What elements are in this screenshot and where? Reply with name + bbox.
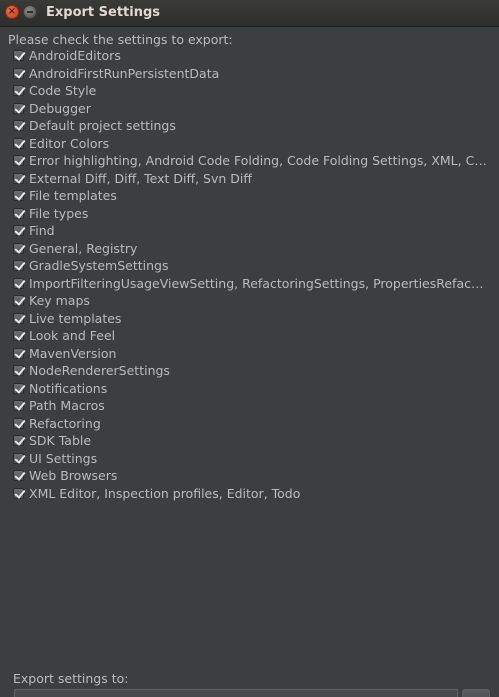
checkbox[interactable]: [13, 295, 24, 307]
settings-list-item[interactable]: File types: [13, 205, 489, 223]
checkbox[interactable]: [13, 347, 24, 359]
export-path-input[interactable]: [14, 689, 458, 697]
checkbox[interactable]: [13, 137, 24, 149]
checkbox[interactable]: [13, 155, 24, 167]
setting-label: Code Style: [29, 83, 97, 99]
checkbox[interactable]: [13, 102, 24, 114]
setting-label: Web Browsers: [29, 468, 118, 484]
settings-checkbox-list: AndroidEditors AndroidFirstRunPersistentD…: [13, 47, 489, 502]
export-path-label: Export settings to:: [13, 671, 129, 686]
setting-label: Live templates: [29, 310, 122, 326]
setting-label: Look and Feel: [29, 328, 116, 344]
browse-button[interactable]: [462, 689, 490, 697]
setting-label: File types: [29, 205, 89, 221]
settings-list-item[interactable]: SDK Table: [13, 432, 489, 450]
settings-list-item[interactable]: Key maps: [13, 292, 489, 310]
checkbox[interactable]: [13, 382, 24, 394]
checkbox[interactable]: [13, 85, 24, 97]
checkbox[interactable]: [13, 67, 24, 79]
settings-list-item[interactable]: Debugger: [13, 100, 489, 118]
settings-list-item[interactable]: Notifications: [13, 380, 489, 398]
settings-list-item[interactable]: Find: [13, 222, 489, 240]
checkbox[interactable]: [13, 417, 24, 429]
settings-list-item[interactable]: ImportFilteringUsageViewSetting, Refacto…: [13, 275, 489, 293]
checkbox[interactable]: [13, 487, 24, 499]
setting-label: Notifications: [29, 380, 108, 396]
window-title: Export Settings: [46, 5, 161, 20]
setting-label: GradleSystemSettings: [29, 258, 169, 274]
settings-list-item[interactable]: GradleSystemSettings: [13, 257, 489, 275]
settings-list-item[interactable]: UI Settings: [13, 450, 489, 468]
checkbox[interactable]: [13, 400, 24, 412]
setting-label: SDK Table: [29, 433, 92, 449]
setting-label: Default project settings: [29, 118, 176, 134]
setting-label: Error highlighting, Android Code Folding…: [29, 153, 487, 169]
minimize-window-button[interactable]: [23, 5, 37, 19]
checkbox[interactable]: [13, 330, 24, 342]
settings-list-item[interactable]: Path Macros: [13, 397, 489, 415]
setting-label: General, Registry: [29, 240, 138, 256]
settings-list-item[interactable]: Editor Colors: [13, 135, 489, 153]
settings-list-item[interactable]: Default project settings: [13, 117, 489, 135]
settings-list-item[interactable]: Web Browsers: [13, 467, 489, 485]
close-window-button[interactable]: ×: [5, 5, 19, 19]
setting-label: File templates: [29, 188, 117, 204]
settings-list-item[interactable]: File templates: [13, 187, 489, 205]
checkbox[interactable]: [13, 470, 24, 482]
settings-list-item[interactable]: General, Registry: [13, 240, 489, 258]
setting-label: Debugger: [29, 100, 91, 116]
settings-list-item[interactable]: Live templates: [13, 310, 489, 328]
setting-label: MavenVersion: [29, 345, 117, 361]
settings-list-item[interactable]: MavenVersion: [13, 345, 489, 363]
settings-list-item[interactable]: AndroidFirstRunPersistentData: [13, 65, 489, 83]
settings-list-item[interactable]: XML Editor, Inspection profiles, Editor,…: [13, 485, 489, 503]
checkbox[interactable]: [13, 365, 24, 377]
setting-label: Find: [29, 223, 55, 239]
checkbox[interactable]: [13, 452, 24, 464]
checkbox[interactable]: [13, 172, 24, 184]
setting-label: NodeRendererSettings: [29, 363, 170, 379]
settings-list-item[interactable]: Error highlighting, Android Code Folding…: [13, 152, 489, 170]
setting-label: Key maps: [29, 293, 90, 309]
setting-label: AndroidEditors: [29, 48, 121, 64]
checkbox[interactable]: [13, 242, 24, 254]
close-icon: ×: [7, 6, 17, 17]
checkbox[interactable]: [13, 190, 24, 202]
setting-label: AndroidFirstRunPersistentData: [29, 65, 220, 81]
settings-list-item[interactable]: Refactoring: [13, 415, 489, 433]
checkbox[interactable]: [13, 277, 24, 289]
setting-label: XML Editor, Inspection profiles, Editor,…: [29, 485, 301, 501]
title-bar: × Export Settings: [0, 0, 499, 27]
setting-label: Path Macros: [29, 398, 105, 414]
checkbox[interactable]: [13, 435, 24, 447]
checkbox[interactable]: [13, 260, 24, 272]
setting-label: External Diff, Diff, Text Diff, Svn Diff: [29, 170, 252, 186]
setting-label: Refactoring: [29, 415, 101, 431]
checkbox[interactable]: [13, 50, 24, 62]
settings-list-item[interactable]: Code Style: [13, 82, 489, 100]
settings-list-item[interactable]: NodeRendererSettings: [13, 362, 489, 380]
settings-list-item[interactable]: External Diff, Diff, Text Diff, Svn Diff: [13, 170, 489, 188]
settings-list-item[interactable]: AndroidEditors: [13, 47, 489, 65]
checkbox[interactable]: [13, 120, 24, 132]
checkbox[interactable]: [13, 312, 24, 324]
setting-label: ImportFilteringUsageViewSetting, Refacto…: [29, 275, 487, 291]
setting-label: UI Settings: [29, 450, 98, 466]
settings-prompt: Please check the settings to export:: [8, 32, 233, 47]
settings-list-item[interactable]: Look and Feel: [13, 327, 489, 345]
checkbox[interactable]: [13, 225, 24, 237]
setting-label: Editor Colors: [29, 135, 110, 151]
export-settings-dialog: × Export Settings Please check the setti…: [0, 0, 499, 697]
checkbox[interactable]: [13, 207, 24, 219]
